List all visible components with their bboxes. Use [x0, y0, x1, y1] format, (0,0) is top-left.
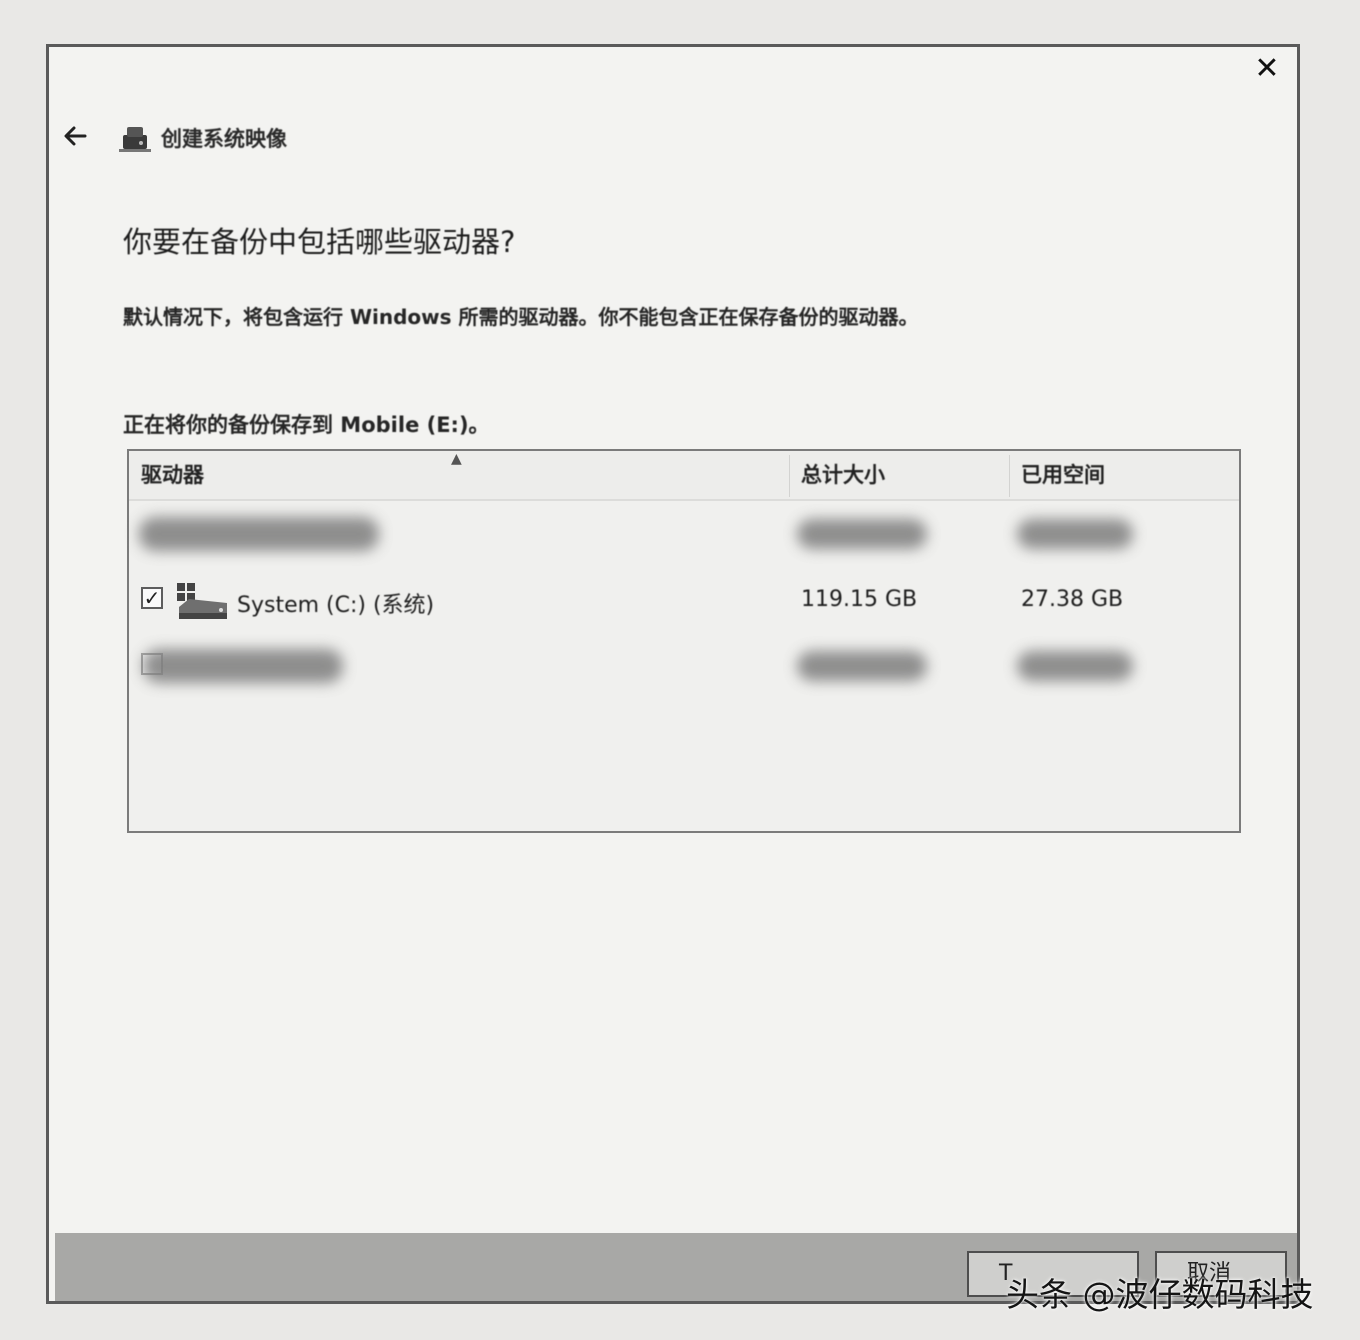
column-header-total-size[interactable]: 总计大小 — [801, 459, 885, 491]
sort-caret-icon: ▲ — [451, 451, 462, 467]
close-icon: ✕ — [1254, 51, 1280, 86]
drive-checkbox-system-c[interactable]: ✓ — [141, 587, 163, 609]
redacted-drive-name — [143, 649, 343, 683]
drive-used-space: 27.38 GB — [1021, 587, 1124, 612]
watermark-text: 头条 @波仔数码科技 — [1006, 1275, 1314, 1314]
system-image-icon — [119, 127, 151, 152]
column-divider[interactable] — [1009, 455, 1010, 497]
hard-drive-icon — [177, 583, 227, 619]
redacted-used-space — [1017, 519, 1133, 549]
column-divider[interactable] — [789, 455, 790, 497]
back-button[interactable] — [59, 119, 93, 153]
close-button[interactable]: ✕ — [1249, 51, 1285, 87]
redacted-used-space — [1017, 651, 1133, 681]
drive-total-size: 119.15 GB — [801, 587, 918, 612]
table-row[interactable]: ✓ System (C:) (系统) 119.15 GB 27.38 GB — [129, 573, 1239, 633]
redacted-drive-name — [139, 517, 379, 551]
checkmark-icon: ✓ — [143, 586, 161, 610]
arrow-left-icon — [64, 126, 87, 146]
create-system-image-dialog: ✕ 创建系统映像 你要在备份中包括哪些驱动器? 默认情况下，将包含运行 Wind… — [46, 44, 1300, 1304]
redacted-total-size — [797, 519, 927, 549]
page-heading: 你要在备份中包括哪些驱动器? — [123, 225, 516, 259]
redacted-total-size — [797, 651, 927, 681]
table-row[interactable] — [129, 507, 1239, 567]
table-row[interactable] — [129, 639, 1239, 699]
window-title: 创建系统映像 — [161, 127, 287, 151]
save-location-text: 正在将你的备份保存到 Mobile (E:)。 — [123, 413, 490, 437]
table-header: ▲ 驱动器 总计大小 已用空间 — [129, 451, 1239, 501]
description-text: 默认情况下，将包含运行 Windows 所需的驱动器。你不能包含正在保存备份的驱… — [123, 305, 919, 329]
drive-list-table: ▲ 驱动器 总计大小 已用空间 ✓ System (C:) (系统) 119.1… — [127, 449, 1241, 833]
column-header-used-space[interactable]: 已用空间 — [1021, 459, 1105, 491]
column-header-drive[interactable]: 驱动器 — [141, 459, 204, 491]
drive-name: System (C:) (系统) — [237, 593, 435, 618]
